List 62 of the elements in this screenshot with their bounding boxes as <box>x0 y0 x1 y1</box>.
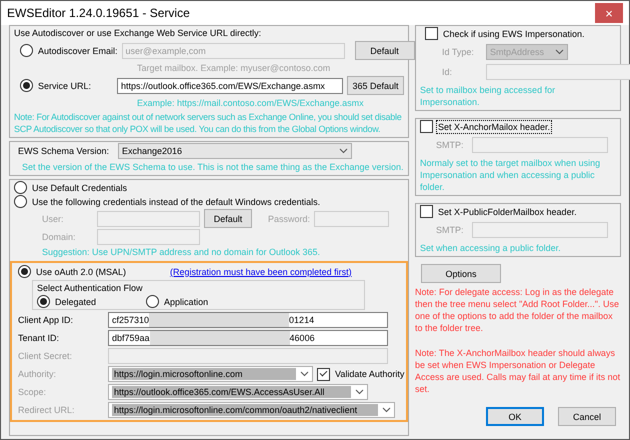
radio-button[interactable]: Delegated <box>37 295 96 308</box>
group-label: Select Authentication Flow <box>37 282 144 294</box>
registration-link[interactable]: (Registration must have been completed first) <box>170 266 352 278</box>
radio-button[interactable]: Use the following credentials instead of the default Windows credentials. <box>14 195 320 208</box>
field-label: Scope: <box>18 386 48 398</box>
hint-text: Set when accessing a public folder. <box>420 242 562 254</box>
checkbox[interactable] <box>420 120 433 133</box>
id-field[interactable] <box>486 64 630 80</box>
hint-text: Suggestion: Use UPN/SMTP address and no domain for Outlook 365. <box>42 246 320 258</box>
window-title: EWSEditor 1.24.0.19651 - Service <box>7 7 190 19</box>
field-label: Domain: <box>42 231 77 243</box>
smtp-field[interactable] <box>472 222 608 238</box>
field-label: SMTP: <box>436 224 465 236</box>
checkbox-label[interactable]: Check if using EWS Impersonation. <box>442 28 586 40</box>
field-label: Id Type: <box>442 46 475 58</box>
caret-icon <box>355 389 364 395</box>
field-label: Authority: <box>18 368 58 380</box>
radio-button[interactable]: Use Default Credentials <box>14 181 128 194</box>
caret-icon <box>555 49 564 55</box>
ok-button[interactable]: OK <box>486 407 544 426</box>
note-text: Note: The X-AnchorMailbox header should always be set when EWS Impersonation or Delegate Access are used. Calls may fail at any time if its not set. <box>415 347 621 395</box>
field-label: User: <box>42 212 65 224</box>
caret-icon <box>300 371 309 377</box>
default-button[interactable]: Default <box>204 209 252 228</box>
radio-button[interactable]: Use oAuth 2.0 (MSAL) <box>18 265 126 278</box>
input-field[interactable] <box>108 348 388 364</box>
field-label: Password: <box>268 212 310 224</box>
smtp-field[interactable] <box>472 137 608 153</box>
checkbox-label[interactable]: Set X-PublicFolderMailbox header. <box>437 206 578 218</box>
note-text: Note: For delegate access: Log in as the delegate then the tree menu select "Add Root Folder...". Use one of the options to add the folder of the mailbox to the folder tree. <box>415 286 620 334</box>
input-field[interactable]: https://outlook.office365.com/EWS/Exchange.asmx <box>117 78 343 94</box>
radio-button[interactable]: Application <box>146 295 208 308</box>
hint-text: Set to mailbox being accessed for Impersonation. <box>420 84 556 108</box>
field-label: EWS Schema Version: <box>18 145 110 157</box>
schema-select[interactable]: Exchange2016 <box>118 143 352 159</box>
input-field[interactable]: cf257310 01214 <box>108 312 388 328</box>
field-label: Client App ID: <box>18 314 74 326</box>
note-text: Note: For Autodiscover against out of network servers such as Exchange Online, you should set disable SCP Autodiscover so that only POX will be used. You can do this from the Global Options window. <box>14 111 402 135</box>
caret-icon <box>339 148 348 154</box>
close-button[interactable]: × <box>595 3 623 23</box>
checkbox-label[interactable]: Set X-AnchorMailox header. <box>437 120 552 132</box>
input-field[interactable]: dbf759aa 46006 <box>108 330 388 346</box>
hint-text: Target mailbox. Example: myuser@contoso.com <box>137 62 330 74</box>
group-label: Use Autodiscover or use Exchange Web Service URL directly: <box>14 27 262 39</box>
hint-text: Normaly set to the target mailbox when using Impersonation and when accessing a public folder. <box>420 157 602 193</box>
password-field[interactable] <box>314 210 390 226</box>
user-field[interactable] <box>97 210 200 226</box>
field-label: Redirect URL: <box>18 404 76 416</box>
hint-text: Example: https://mail.contoso.com/EWS/Exchange.asmx <box>137 97 364 109</box>
checkbox[interactable] <box>425 27 438 40</box>
radio-button[interactable]: Service URL: <box>20 79 113 92</box>
checkbox[interactable] <box>420 205 433 218</box>
cancel-button[interactable]: Cancel <box>558 407 616 426</box>
field-label: Tenant ID: <box>18 332 60 344</box>
field-label: Client Secret: <box>18 350 74 362</box>
domain-field[interactable] <box>97 229 200 245</box>
default-button[interactable]: 365 Default <box>347 76 404 95</box>
caret-icon <box>382 407 391 413</box>
field-label: SMTP: <box>436 139 465 151</box>
hint-text: Set the version of the EWS Schema to use. This is not the same thing as the Exchange version. <box>21 161 404 173</box>
field-label: Id: <box>442 66 454 78</box>
options-button[interactable]: Options <box>421 264 501 283</box>
